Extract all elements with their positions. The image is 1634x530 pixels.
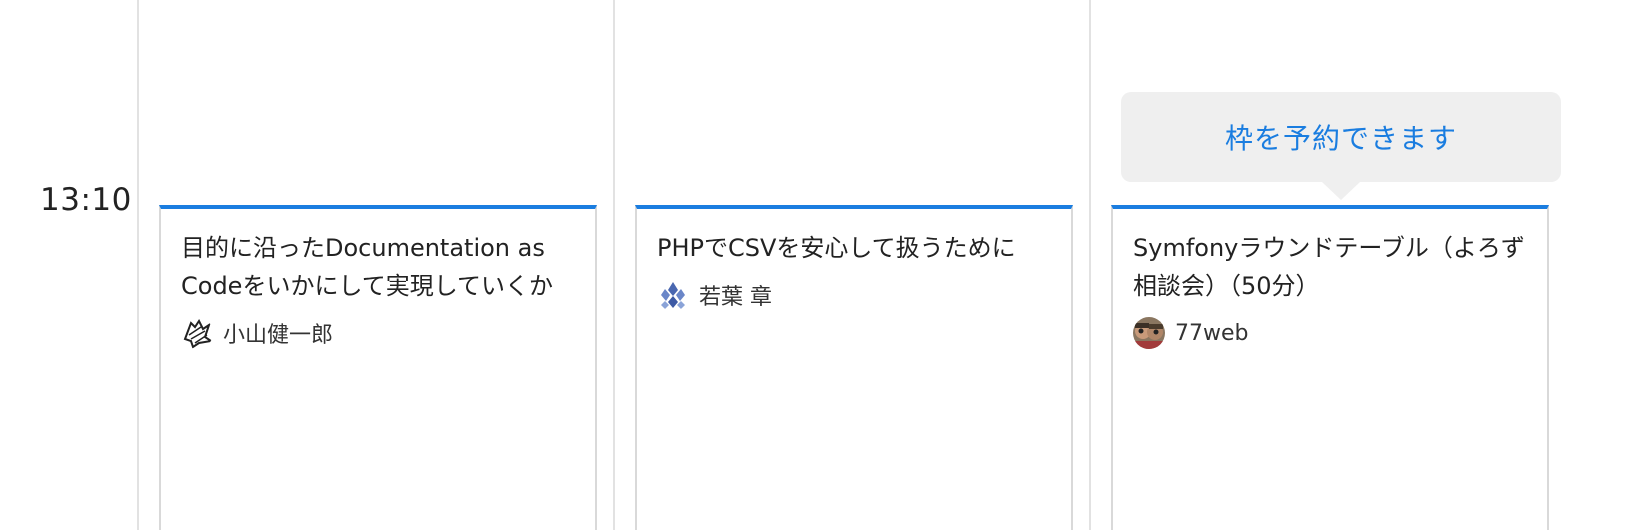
speaker: 小山健一郎 (181, 317, 575, 349)
column-divider (137, 0, 139, 530)
booking-tooltip[interactable]: 枠を予約できます (1121, 92, 1561, 200)
session-title: Symfonyラウンドテーブル（よろず相談会）（50分） (1133, 234, 1525, 300)
photo-avatar-icon (1133, 317, 1165, 349)
tooltip-arrow-icon (1322, 182, 1360, 200)
speaker-name: 小山健一郎 (223, 323, 334, 348)
speaker-name: 77web (1175, 320, 1249, 346)
session-title: 目的に沿ったDocumentation as Codeをいかにして実現していくか (181, 234, 554, 300)
session-card[interactable]: Symfonyラウンドテーブル（よろず相談会）（50分） 77web (1111, 205, 1549, 530)
time-label: 13:10 (40, 182, 132, 218)
crystal-avatar-icon (657, 279, 689, 311)
session-title: PHPでCSVを安心して扱うために (657, 234, 1016, 262)
column-divider (613, 0, 615, 530)
session-card[interactable]: 目的に沿ったDocumentation as Codeをいかにして実現していくか… (159, 205, 597, 530)
booking-tooltip-label: 枠を予約できます (1224, 122, 1457, 155)
speaker: 若葉 章 (657, 279, 1051, 311)
speaker-name: 若葉 章 (699, 285, 772, 310)
timetable: 13:10 枠を予約できます 目的に沿ったDocumentation as Co… (0, 0, 1634, 530)
speaker: 77web (1133, 317, 1527, 349)
sketch-avatar-icon (181, 317, 213, 349)
session-card[interactable]: PHPでCSVを安心して扱うために 若葉 章 (635, 205, 1073, 530)
column-divider (1089, 0, 1091, 530)
